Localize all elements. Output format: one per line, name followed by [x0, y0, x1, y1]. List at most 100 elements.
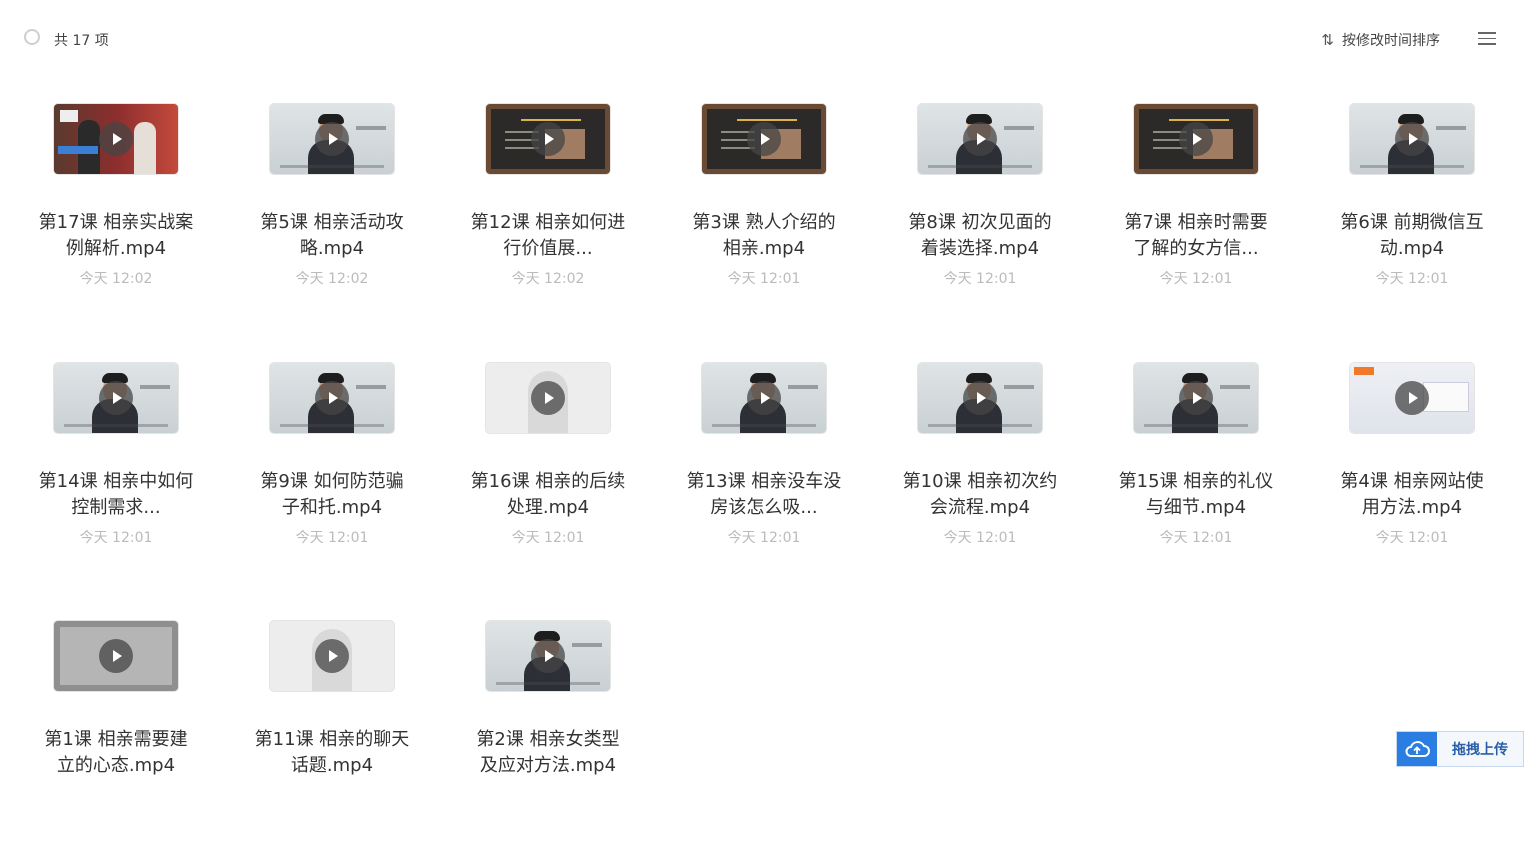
file-item[interactable]: 第1课 相亲需要建立的心态.mp4: [8, 621, 224, 851]
file-time: 今天 12:01: [511, 530, 585, 546]
subtitle-bar: [928, 424, 1032, 427]
file-name: 第4课 相亲网站使用方法.mp4: [1340, 471, 1484, 518]
play-icon[interactable]: [531, 122, 565, 156]
studio-logo: [60, 110, 78, 122]
file-time: 今天 12:01: [727, 271, 801, 287]
file-name: 第14课 相亲中如何控制需求...: [38, 471, 194, 518]
subtitle-bar: [928, 165, 1032, 168]
play-icon[interactable]: [747, 381, 781, 415]
file-name: 第9课 如何防范骗子和托.mp4: [260, 471, 404, 518]
play-icon[interactable]: [963, 381, 997, 415]
cloud-upload-icon: [1397, 732, 1437, 766]
file-name: 第13课 相亲没车没房该怎么吸...: [686, 471, 842, 518]
play-icon[interactable]: [315, 122, 349, 156]
item-count: 共 17 项: [54, 33, 109, 49]
overlay-text: [1436, 126, 1466, 130]
play-icon[interactable]: [747, 122, 781, 156]
overlay-text: [140, 385, 170, 389]
file-name: 第10课 相亲初次约会流程.mp4: [902, 471, 1058, 518]
file-item[interactable]: 第5课 相亲活动攻略.mp4 今天 12:02: [224, 104, 440, 334]
subtitle-bar: [1144, 424, 1248, 427]
play-icon[interactable]: [99, 639, 133, 673]
file-item[interactable]: 第10课 相亲初次约会流程.mp4 今天 12:01: [872, 363, 1088, 593]
file-time: 今天 12:02: [295, 271, 369, 287]
file-name: 第6课 前期微信互动.mp4: [1340, 212, 1484, 259]
file-item[interactable]: 第16课 相亲的后续处理.mp4 今天 12:01: [440, 363, 656, 593]
play-icon[interactable]: [99, 381, 133, 415]
overlay-text: [572, 643, 602, 647]
video-thumbnail[interactable]: [918, 363, 1042, 433]
file-name: 第12课 相亲如何进行价值展...: [470, 212, 626, 259]
video-thumbnail[interactable]: [486, 621, 610, 691]
overlay-text: [1004, 385, 1034, 389]
file-time: 今天 12:02: [79, 271, 153, 287]
file-item[interactable]: 第2课 相亲女类型及应对方法.mp4: [440, 621, 656, 851]
video-thumbnail[interactable]: [918, 104, 1042, 174]
video-thumbnail[interactable]: [54, 621, 178, 691]
overlay-text: [356, 126, 386, 130]
video-thumbnail[interactable]: [1134, 104, 1258, 174]
overlay-text: [788, 385, 818, 389]
play-icon[interactable]: [531, 381, 565, 415]
file-item[interactable]: 第14课 相亲中如何控制需求... 今天 12:01: [8, 363, 224, 593]
file-item[interactable]: 第15课 相亲的礼仪与细节.mp4 今天 12:01: [1088, 363, 1304, 593]
play-icon[interactable]: [1395, 122, 1429, 156]
play-icon[interactable]: [531, 639, 565, 673]
file-time: 今天 12:01: [943, 271, 1017, 287]
play-icon[interactable]: [315, 381, 349, 415]
list-view-icon[interactable]: [1478, 32, 1496, 46]
drag-upload-button[interactable]: 拖拽上传: [1396, 731, 1524, 767]
file-name: 第5课 相亲活动攻略.mp4: [260, 212, 404, 259]
file-item[interactable]: 第13课 相亲没车没房该怎么吸... 今天 12:01: [656, 363, 872, 593]
video-thumbnail[interactable]: [1134, 363, 1258, 433]
play-icon[interactable]: [1179, 122, 1213, 156]
file-time: 今天 12:02: [511, 271, 585, 287]
video-thumbnail[interactable]: [1350, 104, 1474, 174]
sort-button[interactable]: ⇅ 按修改时间排序: [1321, 30, 1440, 50]
file-time: 今天 12:01: [1159, 271, 1233, 287]
file-time: 今天 12:01: [1159, 530, 1233, 546]
video-thumbnail[interactable]: [270, 621, 394, 691]
video-thumbnail[interactable]: [270, 104, 394, 174]
file-item[interactable]: 第9课 如何防范骗子和托.mp4 今天 12:01: [224, 363, 440, 593]
file-item[interactable]: 第7课 相亲时需要了解的女方信... 今天 12:01: [1088, 104, 1304, 334]
video-thumbnail[interactable]: [702, 104, 826, 174]
video-thumbnail[interactable]: [54, 363, 178, 433]
file-item[interactable]: 第6课 前期微信互动.mp4 今天 12:01: [1304, 104, 1520, 334]
subtitle-bar: [280, 165, 384, 168]
video-thumbnail[interactable]: [270, 363, 394, 433]
video-thumbnail[interactable]: [486, 363, 610, 433]
toolbar: 共 17 项 ⇅ 按修改时间排序: [0, 0, 1524, 78]
file-name: 第3课 熟人介绍的相亲.mp4: [692, 212, 836, 259]
file-item[interactable]: 第4课 相亲网站使用方法.mp4 今天 12:01: [1304, 363, 1520, 593]
file-item[interactable]: 第17课 相亲实战案例解析.mp4 今天 12:02: [8, 104, 224, 334]
file-item[interactable]: 第3课 熟人介绍的相亲.mp4 今天 12:01: [656, 104, 872, 334]
file-item[interactable]: 第11课 相亲的聊天话题.mp4: [224, 621, 440, 851]
site-logo: [1354, 367, 1374, 375]
subtitle-bar: [712, 424, 816, 427]
select-all-checkbox[interactable]: [24, 29, 40, 45]
file-item[interactable]: 第8课 初次见面的着装选择.mp4 今天 12:01: [872, 104, 1088, 334]
sort-arrows-icon: ⇅: [1321, 31, 1334, 49]
overlay-text: [1004, 126, 1034, 130]
subtitle-bar: [1360, 165, 1464, 168]
overlay-text: [356, 385, 386, 389]
file-time: 今天 12:01: [79, 530, 153, 546]
play-icon[interactable]: [963, 122, 997, 156]
subtitle-bar: [496, 682, 600, 685]
play-icon[interactable]: [315, 639, 349, 673]
guest-figure: [134, 122, 156, 174]
video-thumbnail[interactable]: [486, 104, 610, 174]
video-thumbnail[interactable]: [1350, 363, 1474, 433]
video-thumbnail[interactable]: [54, 104, 178, 174]
board-title: [521, 119, 581, 121]
file-name: 第15课 相亲的礼仪与细节.mp4: [1118, 471, 1274, 518]
video-thumbnail[interactable]: [702, 363, 826, 433]
upload-label: 拖拽上传: [1452, 742, 1508, 758]
file-item[interactable]: 第12课 相亲如何进行价值展... 今天 12:02: [440, 104, 656, 334]
file-name: 第1课 相亲需要建立的心态.mp4: [44, 729, 188, 776]
file-time: 今天 12:01: [943, 530, 1017, 546]
play-icon[interactable]: [1395, 381, 1429, 415]
play-icon[interactable]: [99, 122, 133, 156]
play-icon[interactable]: [1179, 381, 1213, 415]
